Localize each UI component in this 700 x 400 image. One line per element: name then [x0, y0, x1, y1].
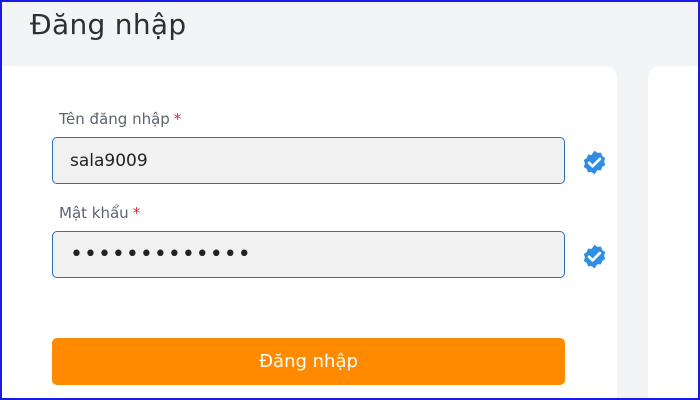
password-label: Mật khẩu * — [59, 204, 140, 222]
required-mark: * — [173, 110, 182, 128]
username-label-text: Tên đăng nhập — [59, 110, 170, 128]
password-label-text: Mật khẩu — [59, 204, 129, 222]
page-title: Đăng nhập — [30, 8, 187, 41]
required-mark: * — [132, 204, 141, 222]
password-input[interactable] — [52, 231, 565, 278]
username-input[interactable] — [52, 137, 565, 184]
side-panel — [648, 66, 700, 400]
username-label: Tên đăng nhập * — [59, 110, 181, 128]
login-button[interactable]: Đăng nhập — [52, 338, 565, 385]
verified-check-icon — [583, 244, 606, 269]
verified-check-icon — [583, 150, 606, 175]
